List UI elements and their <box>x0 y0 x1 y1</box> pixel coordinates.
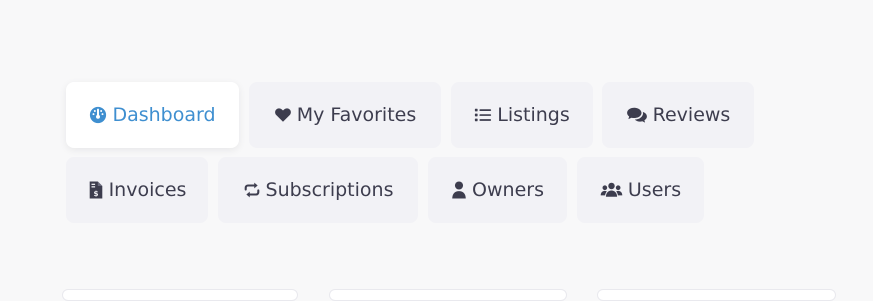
invoice-icon: $ <box>88 181 104 199</box>
tab-my-favorites[interactable]: My Favorites <box>249 82 441 148</box>
tab-owners-label: Owners <box>472 179 544 201</box>
tab-users[interactable]: Users <box>577 157 704 223</box>
dashboard-card <box>329 289 567 301</box>
dashboard-card <box>597 289 836 301</box>
tab-my-favorites-label: My Favorites <box>296 104 417 126</box>
tab-owners[interactable]: Owners <box>428 157 567 223</box>
users-icon <box>600 181 623 199</box>
tab-reviews-label: Reviews <box>652 104 731 126</box>
comments-icon <box>626 106 648 124</box>
tab-subscriptions-label: Subscriptions <box>265 179 394 201</box>
list-icon <box>474 106 492 124</box>
tab-reviews[interactable]: Reviews <box>602 82 754 148</box>
dashboard-icon <box>89 106 107 124</box>
tab-subscriptions[interactable]: Subscriptions <box>218 157 418 223</box>
user-icon <box>451 181 467 199</box>
tab-dashboard-label: Dashboard <box>112 104 216 126</box>
tab-dashboard[interactable]: Dashboard <box>66 82 239 148</box>
tab-invoices-label: Invoices <box>108 179 187 201</box>
tab-invoices[interactable]: $ Invoices <box>66 157 208 223</box>
tab-users-label: Users <box>627 179 682 201</box>
tab-listings[interactable]: Listings <box>451 82 593 148</box>
dashboard-card <box>62 289 298 301</box>
heart-icon <box>274 106 292 124</box>
tab-listings-label: Listings <box>497 104 570 126</box>
repeat-icon <box>243 181 261 199</box>
svg-text:$: $ <box>93 189 98 198</box>
